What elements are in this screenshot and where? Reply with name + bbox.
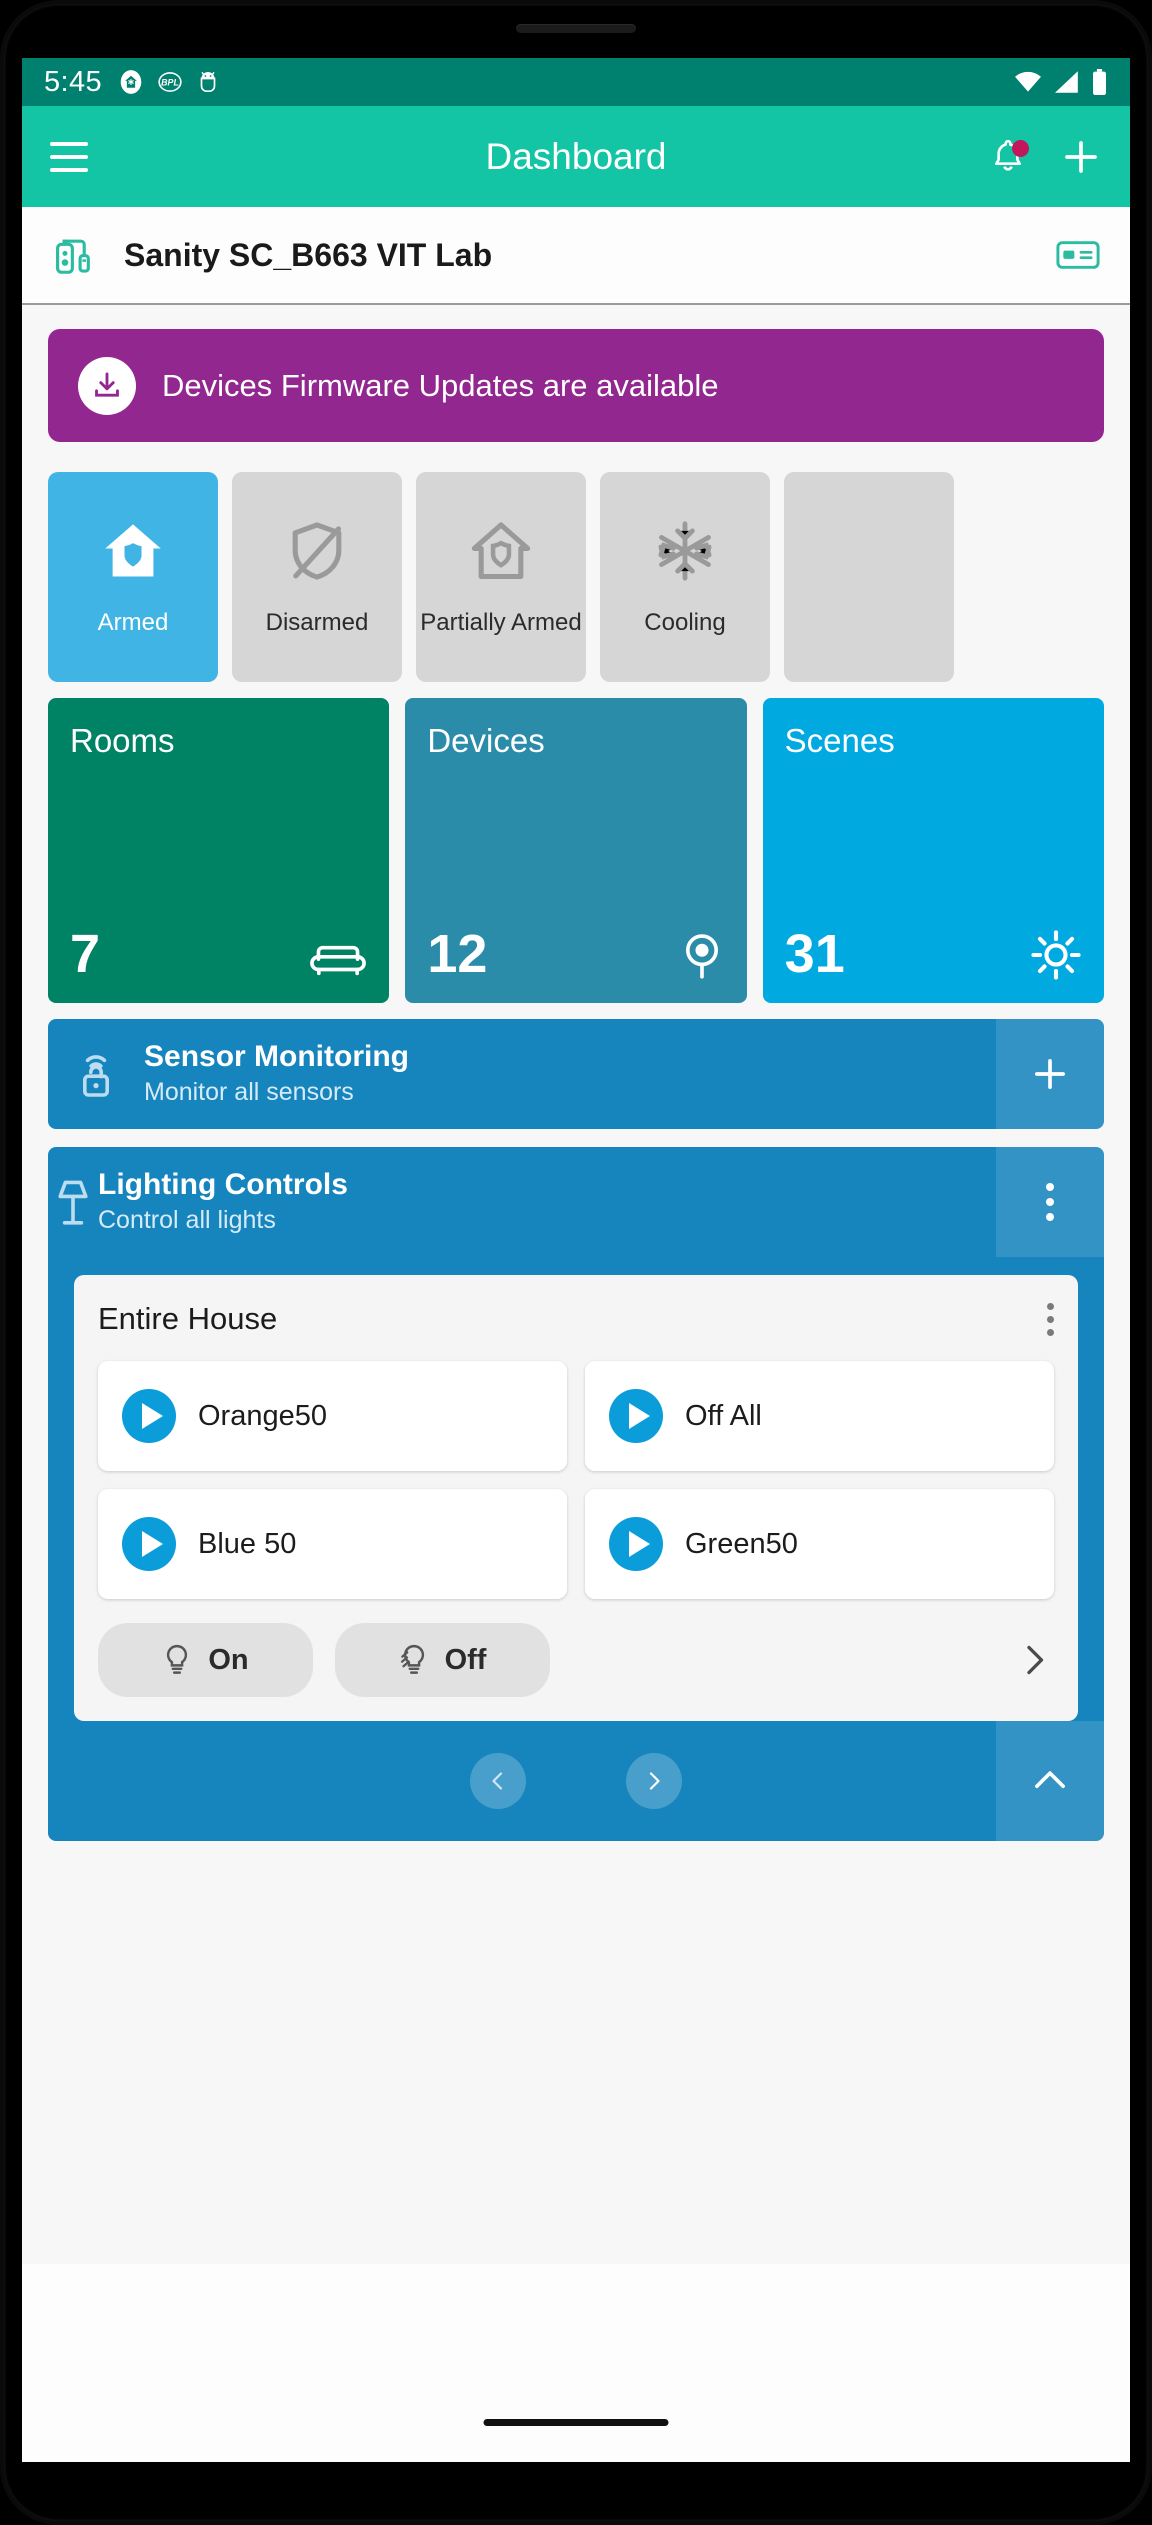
bulb-off-icon bbox=[399, 1643, 429, 1677]
sensor-lock-icon bbox=[48, 1046, 144, 1102]
scene-name: Green50 bbox=[685, 1527, 798, 1560]
pager-prev-button[interactable] bbox=[470, 1753, 526, 1809]
device-frame: 5:45 BPL Dashboard Sanity SC_B663 VIT La… bbox=[0, 0, 1152, 2525]
site-name: Sanity SC_B663 VIT Lab bbox=[124, 236, 493, 273]
chevron-right-icon[interactable] bbox=[1014, 1640, 1054, 1680]
status-bar: 5:45 BPL bbox=[22, 58, 1130, 106]
firmware-update-banner[interactable]: Devices Firmware Updates are available bbox=[48, 329, 1104, 442]
mode-chip-partially-armed[interactable]: Partially Armed bbox=[416, 472, 586, 682]
dashboard-content: Devices Firmware Updates are available A… bbox=[22, 305, 1130, 2462]
android-debug-icon bbox=[196, 69, 220, 95]
cellular-signal-icon bbox=[1053, 70, 1081, 94]
bulb-pin-icon bbox=[679, 931, 725, 981]
entire-house-title: Entire House bbox=[98, 1301, 278, 1336]
play-icon bbox=[122, 1517, 176, 1571]
phone-screen: 5:45 BPL Dashboard Sanity SC_B663 VIT La… bbox=[22, 58, 1130, 2462]
tile-title: Devices bbox=[427, 722, 545, 759]
tile-count: 12 bbox=[427, 924, 488, 984]
lights-off-label: Off bbox=[444, 1643, 487, 1676]
summary-tiles-row: Rooms 7 Devices 12 Scenes 31 bbox=[48, 698, 1104, 1003]
tile-title: Rooms bbox=[70, 722, 175, 759]
mode-chip-label: Disarmed bbox=[265, 609, 369, 636]
download-icon bbox=[78, 356, 136, 415]
home-indicator[interactable] bbox=[483, 2419, 669, 2426]
lighting-pager bbox=[48, 1721, 1104, 1841]
battery-full-icon bbox=[1091, 69, 1108, 95]
notification-badge bbox=[1012, 139, 1029, 157]
controller-device-icon bbox=[52, 232, 98, 278]
tile-count: 7 bbox=[70, 924, 101, 984]
scene-button[interactable]: Orange50 bbox=[98, 1361, 567, 1471]
entire-house-kebab-menu-icon[interactable] bbox=[1047, 1302, 1054, 1336]
add-sensor-button[interactable] bbox=[996, 1019, 1104, 1129]
hamburger-menu-icon[interactable] bbox=[50, 141, 88, 172]
mode-chip-armed[interactable]: Armed bbox=[48, 472, 218, 682]
mode-chips-row[interactable]: Armed Disarmed Partially Armed Cooling bbox=[48, 472, 1104, 682]
scene-button[interactable]: Green50 bbox=[585, 1489, 1054, 1599]
lighting-options-button[interactable] bbox=[996, 1147, 1104, 1257]
tile-scenes[interactable]: Scenes 31 bbox=[762, 698, 1104, 1003]
mode-chip-overflow[interactable] bbox=[784, 472, 954, 682]
brightness-icon bbox=[1030, 929, 1082, 981]
status-bar-clock: 5:45 bbox=[44, 65, 103, 98]
svg-text:BPL: BPL bbox=[161, 78, 179, 88]
scene-button[interactable]: Blue 50 bbox=[98, 1489, 567, 1599]
earpiece-speaker bbox=[516, 24, 636, 33]
smart-home-app-icon bbox=[118, 69, 144, 95]
tile-title: Scenes bbox=[784, 722, 895, 759]
pager-next-button[interactable] bbox=[626, 1753, 682, 1809]
play-icon bbox=[122, 1389, 176, 1443]
scene-buttons-grid: Orange50 Off All Blue 50 Green50 bbox=[98, 1361, 1054, 1599]
entire-house-card: Entire House Orange50 Off All Blue 50 Gr… bbox=[74, 1275, 1078, 1721]
site-header[interactable]: Sanity SC_B663 VIT Lab bbox=[22, 207, 1130, 305]
play-icon bbox=[609, 1517, 663, 1571]
tile-devices[interactable]: Devices 12 bbox=[405, 698, 747, 1003]
sofa-icon bbox=[309, 935, 367, 981]
scene-name: Off All bbox=[685, 1399, 762, 1432]
section-subtitle: Control all lights bbox=[98, 1205, 276, 1234]
lighting-controls-header[interactable]: Lighting Controls Control all lights bbox=[48, 1147, 1104, 1257]
scene-name: Orange50 bbox=[198, 1399, 327, 1432]
tile-count: 31 bbox=[784, 924, 845, 984]
lights-on-button[interactable]: On bbox=[98, 1623, 313, 1697]
section-title: Lighting Controls bbox=[98, 1168, 348, 1202]
mode-chip-label: Armed bbox=[97, 609, 169, 636]
sensor-monitoring-bar[interactable]: Sensor Monitoring Monitor all sensors bbox=[48, 1019, 1104, 1129]
system-navigation-bar bbox=[22, 2264, 1130, 2462]
wifi-icon bbox=[1013, 70, 1043, 94]
mode-chip-label: Cooling bbox=[644, 609, 726, 636]
kebab-menu-icon bbox=[1046, 1183, 1054, 1221]
mode-chip-label: Partially Armed bbox=[420, 609, 582, 636]
scene-name: Blue 50 bbox=[198, 1527, 297, 1560]
section-title: Sensor Monitoring bbox=[144, 1040, 409, 1074]
lamp-icon bbox=[48, 1174, 98, 1230]
scene-button[interactable]: Off All bbox=[585, 1361, 1054, 1471]
lighting-controls-panel: Lighting Controls Control all lights Ent… bbox=[48, 1147, 1104, 1841]
mode-chip-disarmed[interactable]: Disarmed bbox=[232, 472, 402, 682]
section-subtitle: Monitor all sensors bbox=[144, 1077, 354, 1106]
lights-off-button[interactable]: Off bbox=[335, 1623, 550, 1697]
lights-on-label: On bbox=[208, 1643, 249, 1676]
bulb-on-icon bbox=[162, 1643, 192, 1677]
firmware-banner-text: Devices Firmware Updates are available bbox=[162, 367, 719, 403]
on-off-row: On Off bbox=[98, 1623, 1054, 1697]
tile-rooms[interactable]: Rooms 7 bbox=[48, 698, 390, 1003]
collapse-section-button[interactable] bbox=[996, 1721, 1104, 1841]
bpl-icon: BPL bbox=[157, 69, 183, 95]
add-button[interactable] bbox=[1060, 136, 1102, 178]
mode-chip-cooling[interactable]: Cooling bbox=[600, 472, 770, 682]
page-title: Dashboard bbox=[485, 135, 667, 177]
notifications-button[interactable] bbox=[990, 138, 1029, 176]
status-bar-indicators bbox=[1013, 69, 1108, 95]
keypad-card-icon[interactable] bbox=[1056, 238, 1100, 272]
play-icon bbox=[609, 1389, 663, 1443]
app-bar: Dashboard bbox=[22, 106, 1130, 207]
